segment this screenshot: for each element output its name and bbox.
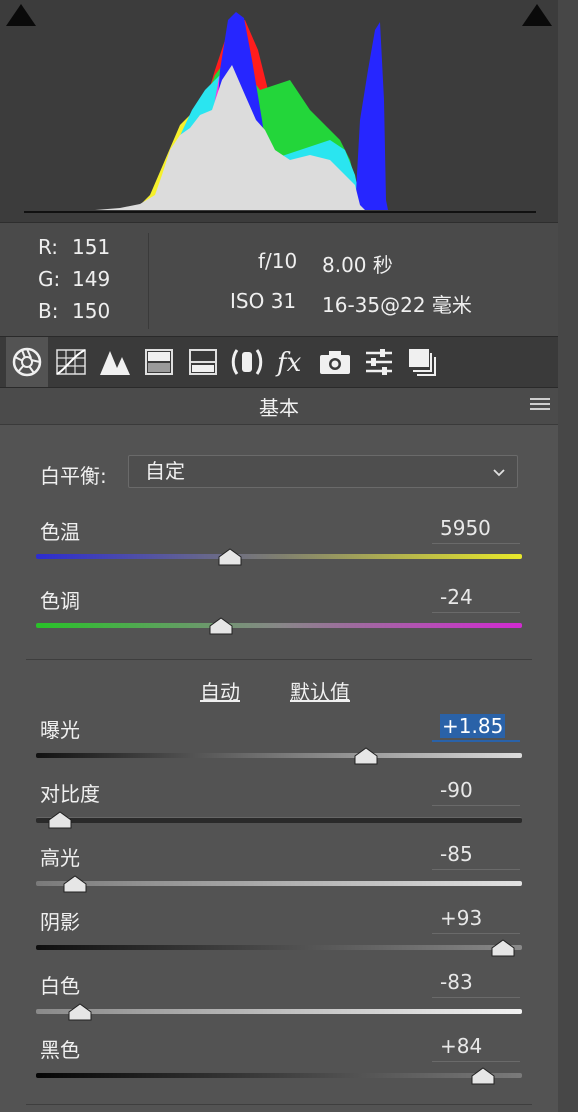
temperature-slider-track[interactable] [36, 554, 522, 559]
aperture-icon [12, 347, 42, 377]
tab-presets[interactable] [358, 337, 400, 387]
histogram [0, 0, 559, 222]
info-separator [148, 233, 149, 329]
default-button[interactable]: 默认值 [290, 676, 350, 705]
lens-corrections-icon [231, 349, 263, 375]
shadows-value-input[interactable]: +93 [432, 904, 520, 934]
white-balance-label: 白平衡: [40, 464, 107, 488]
highlights-slider-thumb[interactable] [63, 875, 87, 893]
contrast-slider-track[interactable] [36, 817, 522, 823]
camera-calibration-icon [320, 351, 350, 374]
scrollbar[interactable] [558, 0, 578, 1112]
tint-slider-thumb[interactable] [209, 617, 233, 635]
tab-split-toning[interactable] [182, 337, 224, 387]
rgb-readout-r: R: 151 [38, 235, 111, 259]
tab-detail[interactable] [94, 337, 136, 387]
split-toning-icon [189, 349, 217, 375]
hsl-icon [145, 349, 173, 375]
shadows-slider-track[interactable] [36, 945, 522, 950]
exposure-slider-track[interactable] [36, 753, 522, 758]
tone-curve-icon [56, 349, 86, 375]
tab-tone-curve[interactable] [50, 337, 92, 387]
blacks-slider-thumb[interactable] [471, 1067, 495, 1085]
rgb-readout-b: B: 150 [38, 299, 111, 323]
iso-value: ISO 31 [230, 289, 297, 313]
tab-basic[interactable] [6, 337, 48, 387]
exposure-slider-thumb[interactable] [354, 747, 378, 765]
highlights-label: 高光 [40, 846, 80, 870]
panel-tab-bar: fx [0, 336, 558, 388]
tint-label: 色调 [40, 589, 80, 613]
tint-slider-track[interactable] [36, 623, 522, 628]
aperture-value: f/10 [258, 249, 298, 273]
panel-title: 基本 [0, 388, 558, 425]
presets-icon [366, 349, 392, 375]
contrast-value-input[interactable]: -90 [432, 776, 520, 806]
whites-label: 白色 [40, 974, 80, 998]
histogram-graph [24, 12, 536, 213]
highlights-slider-track[interactable] [36, 881, 522, 886]
whites-value-input[interactable]: -83 [432, 968, 520, 998]
temperature-label: 色温 [40, 520, 80, 544]
temperature-value-input[interactable]: 5950 [432, 514, 520, 544]
shadows-label: 阴影 [40, 910, 80, 934]
tab-snapshots[interactable] [402, 337, 444, 387]
fx-icon: fx [275, 348, 302, 377]
shutter-value: 8.00 秒 [322, 253, 393, 277]
snapshots-icon [409, 349, 436, 376]
contrast-slider-thumb[interactable] [48, 811, 72, 829]
auto-button[interactable]: 自动 [200, 676, 240, 705]
tab-hsl[interactable] [138, 337, 180, 387]
exposure-label: 曝光 [40, 718, 80, 742]
highlights-value-input[interactable]: -85 [432, 840, 520, 870]
blacks-slider-track[interactable] [36, 1073, 522, 1078]
temperature-slider-thumb[interactable] [218, 548, 242, 566]
contrast-label: 对比度 [40, 782, 100, 806]
blacks-label: 黑色 [40, 1038, 80, 1062]
tab-effects[interactable]: fx [270, 337, 312, 387]
detail-icon [100, 351, 130, 375]
panel-menu-icon[interactable] [530, 398, 550, 412]
rgb-readout-g: G: 149 [38, 267, 111, 291]
white-balance-select[interactable]: 自定 [128, 455, 518, 488]
lens-value: 16-35@22 毫米 [322, 293, 472, 317]
whites-slider-track[interactable] [36, 1009, 522, 1014]
section-divider [26, 659, 532, 660]
tint-value-input[interactable]: -24 [432, 583, 520, 613]
shadows-slider-thumb[interactable] [491, 939, 515, 957]
svg-text:fx: fx [275, 348, 302, 377]
exposure-value-input[interactable]: +1.85 [432, 712, 520, 742]
blacks-value-input[interactable]: +84 [432, 1032, 520, 1062]
tab-lens-corrections[interactable] [226, 337, 268, 387]
bottom-divider [26, 1104, 532, 1105]
chevron-down-icon [493, 469, 505, 477]
whites-slider-thumb[interactable] [68, 1003, 92, 1021]
tab-camera-calibration[interactable] [314, 337, 356, 387]
info-panel: R: 151 G: 149 B: 150 f/10 8.00 秒 ISO 31 16-… [0, 222, 558, 337]
